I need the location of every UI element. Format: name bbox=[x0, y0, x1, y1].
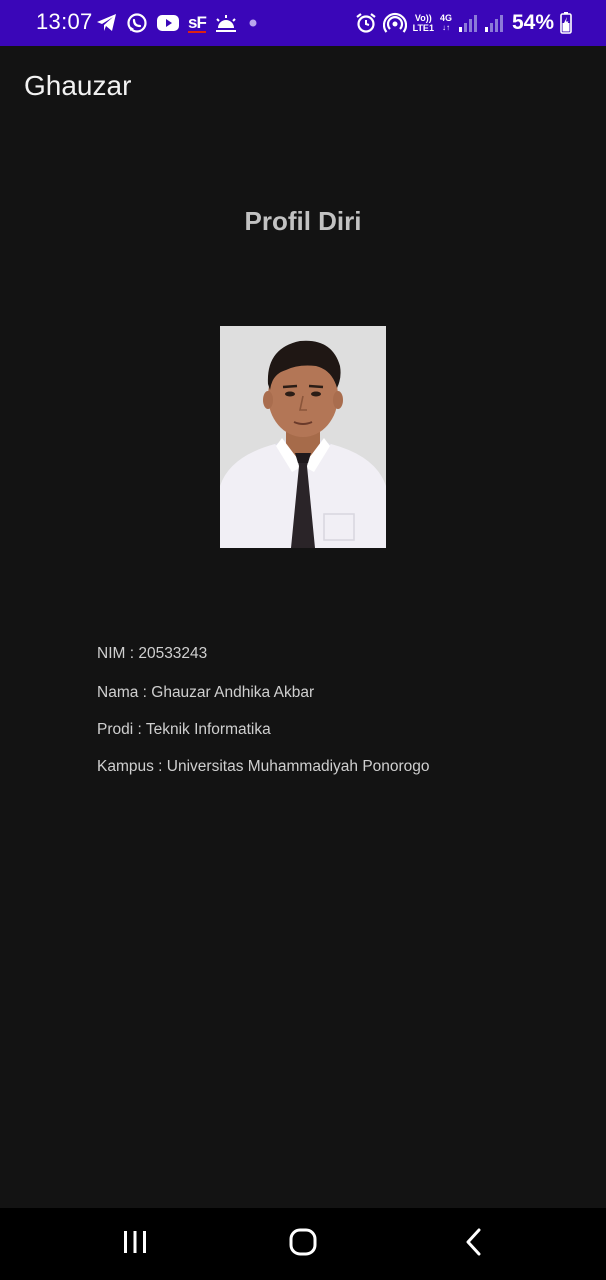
volte-label: Vo)) bbox=[414, 13, 432, 23]
back-button[interactable] bbox=[434, 1208, 514, 1280]
sf-app-label: sF bbox=[188, 12, 207, 33]
signal-icon bbox=[484, 13, 504, 33]
page-title: Profil Diri bbox=[244, 206, 362, 236]
telegram-icon bbox=[96, 13, 118, 33]
back-icon bbox=[463, 1228, 485, 1261]
home-button[interactable] bbox=[263, 1208, 343, 1280]
nama-text: Nama : Ghauzar Andhika Akbar bbox=[97, 684, 315, 701]
volte-icon: Vo)) LTE1 bbox=[413, 13, 434, 33]
recent-apps-button[interactable] bbox=[95, 1208, 175, 1280]
recent-apps-icon bbox=[121, 1229, 149, 1260]
battery-percent: 54% bbox=[511, 11, 554, 34]
nim-text: NIM : 20533243 bbox=[97, 645, 208, 662]
navigation-bar bbox=[0, 1208, 606, 1280]
prodi-text: Prodi : Teknik Informatika bbox=[97, 721, 271, 738]
sf-app-icon: sF bbox=[188, 12, 207, 33]
whatsapp-icon bbox=[126, 12, 148, 34]
status-time: 13:07 bbox=[36, 9, 93, 34]
home-icon bbox=[288, 1227, 318, 1262]
battery-icon bbox=[560, 12, 572, 34]
alarm-icon bbox=[355, 12, 377, 34]
weather-icon bbox=[214, 14, 238, 32]
4g-icon: 4G ↓↑ bbox=[440, 13, 452, 33]
app-bar: Ghauzar bbox=[0, 46, 606, 128]
network-type-label: 4G bbox=[439, 13, 452, 23]
lte-label: LTE1 bbox=[412, 23, 434, 33]
app-title: Ghauzar bbox=[24, 70, 132, 101]
kampus-text: Kampus : Universitas Muhammadiyah Ponoro… bbox=[97, 758, 430, 775]
screen: 13:07 sF Vo)) LTE1 4G ↓↑ 54% Ghauzar Pro… bbox=[0, 0, 606, 1280]
status-system-icons: Vo)) LTE1 4G ↓↑ 54% bbox=[355, 10, 572, 36]
youtube-icon bbox=[156, 14, 180, 32]
status-bar: 13:07 sF Vo)) LTE1 4G ↓↑ 54% bbox=[0, 0, 606, 46]
signal-icon bbox=[458, 13, 478, 33]
notification-dot-icon bbox=[246, 16, 260, 30]
status-notification-icons: sF bbox=[96, 11, 260, 35]
profile-photo bbox=[220, 326, 386, 548]
data-arrows-icon: ↓↑ bbox=[441, 23, 450, 32]
hotspot-icon bbox=[382, 12, 407, 34]
